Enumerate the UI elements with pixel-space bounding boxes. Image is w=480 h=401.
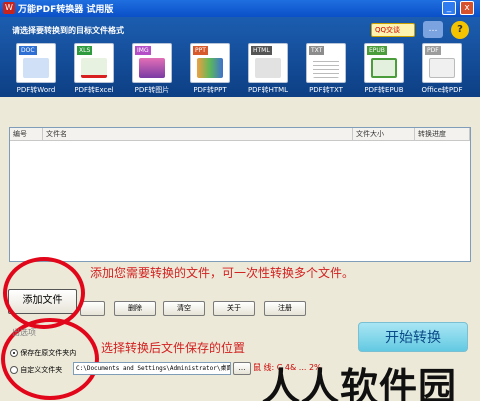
format-label: PDF转Word [16,86,56,94]
format-label: PDF转图片 [134,86,170,94]
txt-file-icon: TXT [306,43,346,83]
ppt-art [197,58,223,78]
doc-art [23,58,49,78]
format-txt[interactable]: TXT PDF转TXT [300,43,352,97]
format-header: 请选择要转换到的目标文件格式 QQ交谈 … ? DOC PDF转Word XLS… [0,17,480,97]
format-list: DOC PDF转Word XLS PDF转Excel IMG PDF转图片 PP… [10,43,475,97]
save-location-note: 选择转换后文件保存的位置 [101,341,246,355]
column-index[interactable]: 编号 [10,128,43,141]
about-button[interactable]: 关于 [213,301,255,316]
format-label: PDF转EPUB [364,86,404,94]
title-bar: W 万能PDF转换器 试用版 _ x [0,0,480,17]
image-file-icon: IMG [132,43,172,83]
app-icon: W [3,2,15,14]
format-tag: HTML [251,46,272,55]
img-art [139,58,165,78]
format-prompt: 请选择要转换到的目标文件格式 [12,26,124,35]
epub-file-icon: EPUB [364,43,404,83]
format-label: PDF转Excel [74,86,114,94]
browse-button[interactable]: … [233,362,251,375]
html-art [255,58,281,78]
format-ppt[interactable]: PPT PDF转PPT [184,43,236,97]
custom-folder-option[interactable]: 自定义文件夹 [10,365,62,375]
delete-button[interactable]: 删除 [114,301,156,316]
save-original-label: 保存在原文件夹内 [20,349,77,357]
format-word[interactable]: DOC PDF转Word [10,43,62,97]
format-tag: IMG [135,46,151,55]
radio-checked[interactable] [10,349,18,357]
format-label: PDF转TXT [309,86,343,94]
column-filesize[interactable]: 文件大小 [353,128,415,141]
register-button[interactable]: 注册 [264,301,306,316]
qq-chat-button[interactable]: QQ交谈 [371,23,415,37]
close-button[interactable]: x [460,1,474,15]
window-title: 万能PDF转换器 试用版 [18,5,114,15]
chat-icon[interactable]: … [423,21,443,38]
format-excel[interactable]: XLS PDF转Excel [68,43,120,97]
txt-art [313,58,339,78]
excel-file-icon: XLS [74,43,114,83]
pdf-art [429,58,455,78]
html-file-icon: HTML [248,43,288,83]
watermark-text: 人人软件园 [262,365,458,401]
output-path-field[interactable]: C:\Documents and Settings\Administrator\… [73,362,231,375]
format-label: PDF转PPT [193,86,227,94]
start-convert-button[interactable]: 开始转换 [358,322,468,352]
format-tag: TXT [309,46,325,55]
format-tag: XLS [77,46,93,55]
format-tag: PPT [193,46,208,55]
format-tag: DOC [19,46,37,55]
pdf-file-icon: PDF [422,43,462,83]
app-window: W 万能PDF转换器 试用版 _ x 请选择要转换到的目标文件格式 QQ交谈 …… [0,0,480,401]
file-list[interactable]: 编号 文件名 文件大小 转换进度 [9,127,471,262]
format-label: PDF转HTML [247,86,289,94]
radio-unchecked[interactable] [10,366,18,374]
format-tag: EPUB [367,46,387,55]
ppt-file-icon: PPT [190,43,230,83]
custom-folder-label: 自定义文件夹 [20,366,63,374]
format-image[interactable]: IMG PDF转图片 [126,43,178,97]
minimize-button[interactable]: _ [442,1,456,15]
output-options-label: 出选项 [12,328,36,337]
word-file-icon: DOC [16,43,56,83]
xls-art [81,58,107,78]
clear-button[interactable]: 清空 [163,301,205,316]
blank-button[interactable] [80,301,105,316]
format-epub[interactable]: EPUB PDF转EPUB [358,43,410,97]
help-icon[interactable]: ? [451,21,469,39]
epub-art [371,58,397,78]
save-original-option[interactable]: 保存在原文件夹内 [10,348,76,358]
format-html[interactable]: HTML PDF转HTML [242,43,294,97]
column-filename[interactable]: 文件名 [43,128,353,141]
format-tag: PDF [425,46,441,55]
format-label: Office转PDF [421,86,463,94]
add-files-note: 添加您需要转换的文件，可一次性转换多个文件。 [90,266,355,280]
column-progress[interactable]: 转换进度 [415,128,470,141]
format-office-to-pdf[interactable]: PDF Office转PDF [416,43,468,97]
